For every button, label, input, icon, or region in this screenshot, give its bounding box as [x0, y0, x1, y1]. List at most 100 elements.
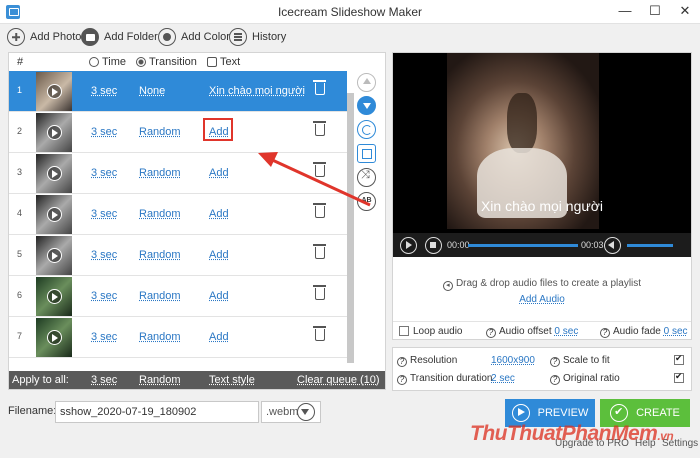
table-row[interactable]: 3 3 sec Random Add — [9, 153, 347, 194]
slide-transition-link[interactable]: Random — [139, 126, 181, 138]
play-icon[interactable] — [47, 166, 62, 181]
volume-icon[interactable] — [604, 237, 621, 254]
table-row[interactable]: 6 3 sec Random Add — [9, 276, 347, 317]
question-icon[interactable]: ? — [397, 357, 407, 367]
maximize-button[interactable]: ☐ — [640, 0, 670, 24]
play-icon[interactable] — [47, 84, 62, 99]
question-icon[interactable]: ? — [486, 328, 496, 338]
table-row[interactable]: 2 3 sec Random Add — [9, 112, 347, 153]
row-number: 7 — [17, 331, 23, 341]
table-row[interactable]: 4 3 sec Random Add — [9, 194, 347, 235]
column-headers: # Time Transition Text — [9, 53, 347, 71]
slide-text-link[interactable]: Add — [209, 290, 229, 302]
col-time[interactable]: Time — [89, 56, 126, 68]
chevron-down-icon[interactable] — [297, 403, 315, 421]
table-row[interactable]: 5 3 sec Random Add — [9, 235, 347, 276]
apply-all-time-link[interactable]: 3 sec — [91, 374, 117, 386]
question-icon[interactable]: ? — [397, 375, 407, 385]
slide-time-link[interactable]: 3 sec — [91, 249, 117, 261]
list-scrollbar[interactable] — [347, 93, 354, 363]
play-icon[interactable] — [47, 125, 62, 140]
add-photo-button[interactable]: Add Photo — [7, 26, 81, 48]
slide-text-link[interactable]: Add — [209, 208, 229, 220]
add-color-button[interactable]: Add Color — [158, 26, 230, 48]
question-icon[interactable]: ? — [550, 375, 560, 385]
text-style-icon[interactable]: AB — [357, 192, 376, 211]
filename-input[interactable] — [55, 401, 259, 423]
move-down-icon[interactable] — [357, 96, 376, 115]
slide-transition-link[interactable]: Random — [139, 331, 181, 343]
slide-time-link[interactable]: 3 sec — [91, 126, 117, 138]
original-ratio-checkbox[interactable] — [674, 371, 684, 383]
slide-thumbnail[interactable] — [36, 277, 72, 316]
stop-icon[interactable] — [425, 237, 442, 254]
slide-text-link[interactable]: Add — [209, 249, 229, 261]
slide-thumbnail[interactable] — [36, 113, 72, 152]
slide-text-link[interactable]: Add — [209, 167, 229, 179]
slide-thumbnail[interactable] — [36, 154, 72, 193]
rotate-icon[interactable] — [357, 120, 376, 139]
play-icon[interactable] — [47, 248, 62, 263]
play-icon[interactable] — [47, 289, 62, 304]
trash-icon[interactable] — [313, 162, 326, 177]
slide-time-link[interactable]: 3 sec — [91, 331, 117, 343]
slide-transition-link[interactable]: Random — [139, 249, 181, 261]
close-button[interactable]: ✕ — [670, 0, 700, 24]
table-row[interactable]: 1 3 sec None Xin chào mọi người — [9, 71, 347, 112]
clear-queue-link[interactable]: Clear queue (10) — [297, 374, 380, 386]
volume-slider[interactable] — [627, 244, 673, 247]
video-preview[interactable]: Xin chào mọi người 00:00 00:03 — [393, 53, 691, 257]
play-icon[interactable] — [400, 237, 417, 254]
trash-icon[interactable] — [313, 326, 326, 341]
shuffle-icon[interactable] — [357, 168, 376, 187]
scale-to-fit-checkbox[interactable] — [674, 353, 684, 365]
add-folder-button[interactable]: Add Folder — [81, 26, 158, 48]
trash-icon[interactable] — [313, 121, 326, 136]
question-icon[interactable]: ? — [600, 328, 610, 338]
play-icon[interactable] — [47, 207, 62, 222]
resolution-row: ? Resolution — [397, 355, 457, 367]
trash-icon[interactable] — [313, 244, 326, 259]
move-up-icon[interactable] — [357, 73, 376, 92]
watermark-main: ThuThuatPhanMem — [470, 422, 658, 445]
slide-time-link[interactable]: 3 sec — [91, 85, 117, 97]
slide-transition-link[interactable]: Random — [139, 290, 181, 302]
scale-to-fit-row: ? Scale to fit — [550, 355, 610, 367]
audio-offset-value[interactable]: 0 sec — [554, 326, 578, 337]
trash-icon[interactable] — [313, 203, 326, 218]
slide-text-link[interactable]: Xin chào mọi người — [209, 85, 305, 97]
slide-time-link[interactable]: 3 sec — [91, 208, 117, 220]
trash-icon[interactable] — [313, 285, 326, 300]
slide-time-link[interactable]: 3 sec — [91, 167, 117, 179]
audio-drop-zone[interactable]: ◂ Drag & drop audio files to create a pla… — [393, 257, 691, 321]
slide-transition-link[interactable]: None — [139, 85, 165, 97]
add-audio-link[interactable]: Add Audio — [393, 294, 691, 305]
crop-icon[interactable] — [357, 144, 376, 163]
slide-transition-link[interactable]: Random — [139, 167, 181, 179]
transition-duration-value[interactable]: 2 sec — [491, 373, 515, 384]
apply-all-transition-link[interactable]: Random — [139, 374, 181, 386]
audio-offset: ? Audio offset 0 sec — [486, 326, 578, 338]
seek-bar[interactable] — [468, 244, 578, 247]
slide-thumbnail[interactable] — [36, 72, 72, 111]
slide-time-link[interactable]: 3 sec — [91, 290, 117, 302]
output-settings: ? Resolution 1600x900 ? Transition duratio… — [392, 347, 692, 391]
audio-fade-value[interactable]: 0 sec — [664, 326, 688, 337]
table-row[interactable]: 7 3 sec Random Add — [9, 317, 347, 358]
history-button[interactable]: History — [229, 26, 286, 48]
slide-thumbnail[interactable] — [36, 236, 72, 275]
loop-audio-checkbox[interactable] — [399, 326, 409, 336]
text-style-link[interactable]: Text style — [209, 374, 255, 386]
col-transition[interactable]: Transition — [136, 56, 197, 68]
question-icon[interactable]: ? — [550, 357, 560, 367]
minimize-button[interactable]: — — [610, 0, 640, 24]
slide-thumbnail[interactable] — [36, 318, 72, 357]
play-icon[interactable] — [47, 330, 62, 345]
slide-thumbnail[interactable] — [36, 195, 72, 234]
trash-icon[interactable] — [313, 80, 326, 95]
slide-text-link[interactable]: Add — [209, 331, 229, 343]
slide-transition-link[interactable]: Random — [139, 208, 181, 220]
col-text[interactable]: Text — [207, 56, 240, 68]
resolution-value[interactable]: 1600x900 — [491, 355, 535, 366]
preview-panel: Xin chào mọi người 00:00 00:03 ◂ Drag & d… — [392, 52, 692, 340]
